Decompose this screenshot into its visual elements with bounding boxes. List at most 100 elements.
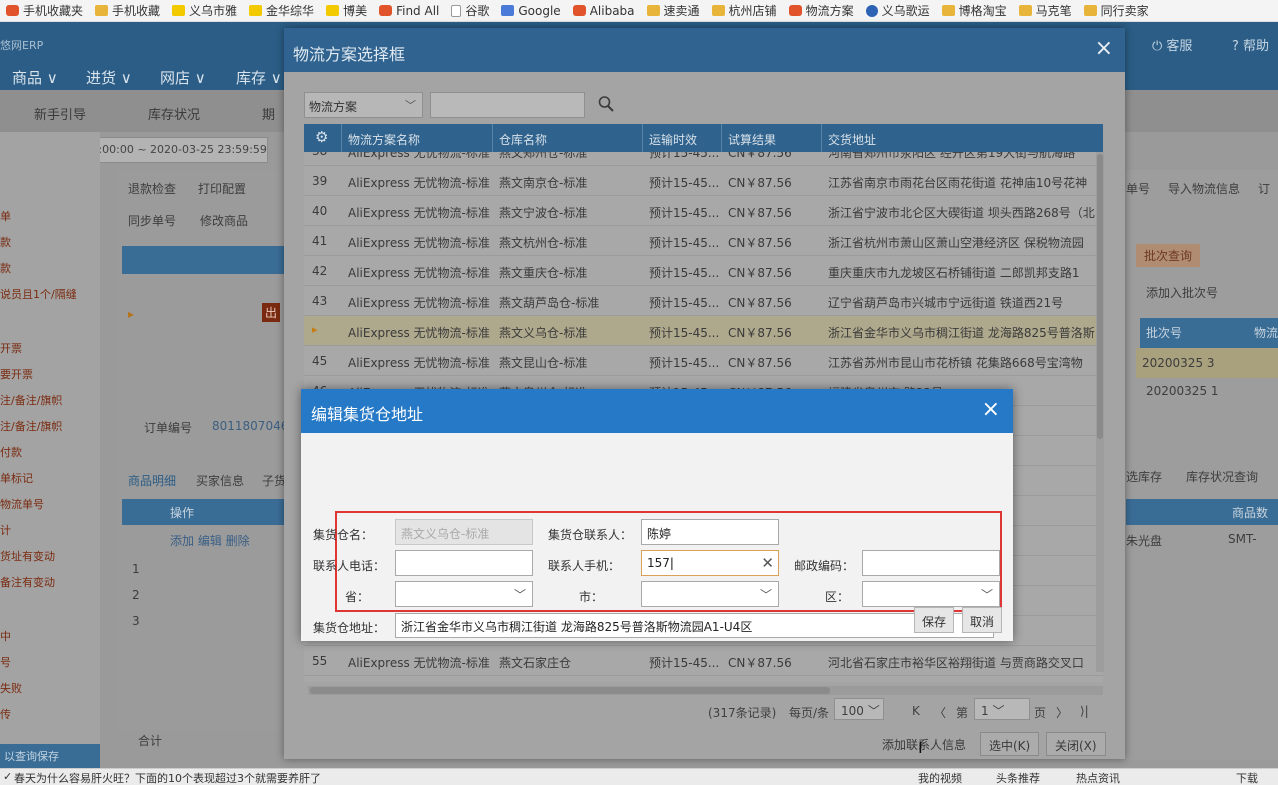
batch-query-tab[interactable]: 批次查询 bbox=[1136, 244, 1201, 267]
gear-icon[interactable]: ⚙ bbox=[315, 128, 328, 146]
select-stock-button[interactable]: 选库存 bbox=[1126, 468, 1162, 485]
left-filter-item[interactable]: 开票 bbox=[0, 340, 22, 356]
clear-icon[interactable]: ✕ bbox=[761, 554, 774, 572]
bookmark-item[interactable]: 手机收藏 bbox=[89, 0, 166, 21]
hscrollbar-thumb[interactable] bbox=[310, 687, 830, 694]
province-select[interactable]: ﹀ bbox=[395, 581, 533, 607]
left-filter-item[interactable]: 传 bbox=[0, 706, 11, 722]
nav-shop[interactable]: 网店 ∨ bbox=[160, 67, 206, 88]
bookmark-item[interactable]: 速卖通 bbox=[641, 0, 706, 21]
phone-field[interactable] bbox=[395, 550, 533, 576]
bookmark-item[interactable]: 杭州店铺 bbox=[706, 0, 783, 21]
scrollbar-thumb[interactable] bbox=[1097, 154, 1103, 439]
select-button[interactable]: 选中(K) bbox=[980, 732, 1040, 756]
status-item-download[interactable]: 下载 bbox=[1236, 770, 1258, 785]
table-row[interactable]: 43 AliExpress 无忧物流-标准 燕文葫芦岛仓-标准 预计15-45... C… bbox=[304, 286, 1103, 316]
tab-period[interactable]: 期 bbox=[262, 104, 275, 123]
col-warehouse-name[interactable]: 仓库名称 bbox=[499, 131, 547, 148]
nav-purchase[interactable]: 进货 ∨ bbox=[86, 67, 132, 88]
col-scheme-name[interactable]: 物流方案名称 bbox=[348, 131, 420, 148]
tab-buyer-info[interactable]: 买家信息 bbox=[196, 472, 244, 489]
left-filter-item[interactable]: 款 bbox=[0, 234, 11, 250]
bookmark-item[interactable]: 马克笔 bbox=[1013, 0, 1078, 21]
left-filter-item[interactable]: 失败 bbox=[0, 680, 22, 696]
scheme-type-select[interactable]: 物流方案 ﹀ bbox=[304, 92, 423, 118]
add-batch-button[interactable]: 添加入批次号 bbox=[1146, 284, 1218, 301]
nav-stock[interactable]: 库存 ∨ bbox=[236, 67, 282, 88]
nav-products[interactable]: 商品 ∨ bbox=[12, 67, 58, 88]
op-links[interactable]: 添加 编辑 删除 bbox=[170, 532, 250, 549]
col-trial-result[interactable]: 试算结果 bbox=[728, 131, 776, 148]
close-icon[interactable]: × bbox=[1095, 38, 1113, 60]
per-page-select[interactable]: 100 ﹀ bbox=[834, 698, 884, 720]
next-page-icon[interactable]: 〉 bbox=[1056, 704, 1068, 721]
left-filter-item[interactable]: 款 bbox=[0, 260, 11, 276]
scheme-search-input[interactable] bbox=[430, 92, 585, 118]
mobile-field[interactable]: 157| ✕ bbox=[641, 550, 779, 576]
left-filter-item[interactable]: 说员且1个/隔缝 bbox=[0, 286, 77, 302]
close-button[interactable]: 关闭(X) bbox=[1046, 732, 1106, 756]
prev-page-icon[interactable]: 〈 bbox=[934, 704, 946, 721]
status-item-news[interactable]: 热点资讯 bbox=[1076, 770, 1120, 785]
close-icon[interactable]: × bbox=[982, 399, 1000, 421]
left-filter-item[interactable]: 单 bbox=[0, 208, 11, 224]
contact-field[interactable]: 陈婷 bbox=[641, 519, 779, 545]
bookmark-item[interactable]: 同行卖家 bbox=[1078, 0, 1155, 21]
left-filter-item[interactable]: 货址有变动 bbox=[0, 548, 55, 564]
tab-product-detail[interactable]: 商品明细 bbox=[128, 472, 176, 489]
first-page-icon[interactable]: K bbox=[912, 704, 920, 718]
table-row[interactable]: 45 AliExpress 无忧物流-标准 燕文昆山仓-标准 预计15-45... CN… bbox=[304, 346, 1103, 376]
left-filter-item[interactable]: 计 bbox=[0, 522, 11, 538]
left-filter-item[interactable]: 付款 bbox=[0, 444, 22, 460]
table-row[interactable]: ▸ AliExpress 无忧物流-标准 燕文义乌仓-标准 预计15-45... CN￥… bbox=[304, 316, 1103, 346]
batch-row-selected[interactable]: 20200325 3 bbox=[1136, 348, 1278, 378]
postcode-field[interactable] bbox=[862, 550, 1000, 576]
bookmark-item[interactable]: 物流方案 bbox=[783, 0, 860, 21]
tab-beginner-guide[interactable]: 新手引导 bbox=[34, 104, 86, 123]
city-select[interactable]: ﹀ bbox=[641, 581, 779, 607]
news-ticker[interactable]: 春天为什么容易肝火旺？下面的10个表现超过3个就需要养肝了 bbox=[14, 770, 321, 785]
last-page-icon[interactable]: ⟩| bbox=[1080, 704, 1089, 718]
left-filter-item[interactable]: 单标记 bbox=[0, 470, 33, 486]
tab-stock-status[interactable]: 库存状况 bbox=[148, 104, 200, 123]
left-filter-item[interactable]: 备注有变动 bbox=[0, 574, 55, 590]
left-filter-item[interactable]: 注/备注/旗帜 bbox=[0, 392, 62, 408]
left-filter-item[interactable]: 中 bbox=[0, 628, 11, 644]
edit-product-button[interactable]: 修改商品 bbox=[200, 212, 248, 229]
bookmark-item[interactable]: 谷歌 bbox=[445, 0, 495, 21]
bookmark-item[interactable]: 手机收藏夹 bbox=[0, 0, 89, 21]
bookmark-item[interactable]: 义乌歌运 bbox=[860, 0, 936, 21]
import-logistics-button[interactable]: 导入物流信息 bbox=[1168, 180, 1240, 197]
bookmark-item[interactable]: Find All bbox=[373, 0, 445, 21]
help-link[interactable]: ? 帮助 bbox=[1232, 35, 1269, 54]
table-row[interactable]: 38 AliExpress 无忧物流-标准 燕文郑州仓-标准 预计15-45... CN… bbox=[304, 152, 1103, 166]
left-filter-item[interactable]: 以查询保存 bbox=[0, 744, 100, 768]
search-icon[interactable] bbox=[598, 95, 614, 113]
left-filter-item[interactable]: 要开票 bbox=[0, 366, 33, 382]
bookmark-item[interactable]: 博美 bbox=[320, 0, 373, 21]
address-field[interactable]: 浙江省金华市义乌市稠江街道 龙海路825号普洛斯物流园A1-U4区 bbox=[395, 613, 994, 638]
bookmark-item[interactable]: 博格淘宝 bbox=[936, 0, 1013, 21]
district-select[interactable]: ﹀ bbox=[862, 581, 1000, 607]
table-row[interactable]: 40 AliExpress 无忧物流-标准 燕文宁波仓-标准 预计15-45... CN… bbox=[304, 196, 1103, 226]
service-link[interactable]: ⏻ 客服 bbox=[1152, 35, 1192, 54]
refund-check-button[interactable]: 退款检查 bbox=[128, 180, 176, 197]
bookmark-item[interactable]: Alibaba bbox=[567, 0, 641, 21]
status-item-video[interactable]: 我的视频 bbox=[918, 770, 962, 785]
bookmark-item[interactable]: 义乌市雅 bbox=[166, 0, 243, 21]
add-contact-button[interactable]: 添加联系人信息 bbox=[874, 732, 974, 756]
print-config-button[interactable]: 打印配置 bbox=[198, 180, 246, 197]
tab-sub[interactable]: 子货 bbox=[262, 472, 286, 489]
cancel-button[interactable]: 取消 bbox=[962, 607, 1003, 633]
left-filter-item[interactable]: 物流单号 bbox=[0, 496, 44, 512]
col-delivery-address[interactable]: 交货地址 bbox=[828, 131, 876, 148]
stock-query-button[interactable]: 库存状况查询 bbox=[1186, 468, 1258, 485]
page-number-input[interactable]: 1 ﹀ bbox=[974, 698, 1030, 720]
table-row[interactable]: 41 AliExpress 无忧物流-标准 燕文杭州仓-标准 预计15-45... CN… bbox=[304, 226, 1103, 256]
left-filter-item[interactable]: 号 bbox=[0, 654, 11, 670]
status-item-recommend[interactable]: 头条推荐 bbox=[996, 770, 1040, 785]
bookmark-item[interactable]: 金华综华 bbox=[243, 0, 320, 21]
batch-row[interactable]: 20200325 1 bbox=[1146, 384, 1219, 398]
left-filter-item[interactable]: 注/备注/旗帜 bbox=[0, 418, 62, 434]
table-row[interactable]: 42 AliExpress 无忧物流-标准 燕文重庆仓-标准 预计15-45... CN… bbox=[304, 256, 1103, 286]
